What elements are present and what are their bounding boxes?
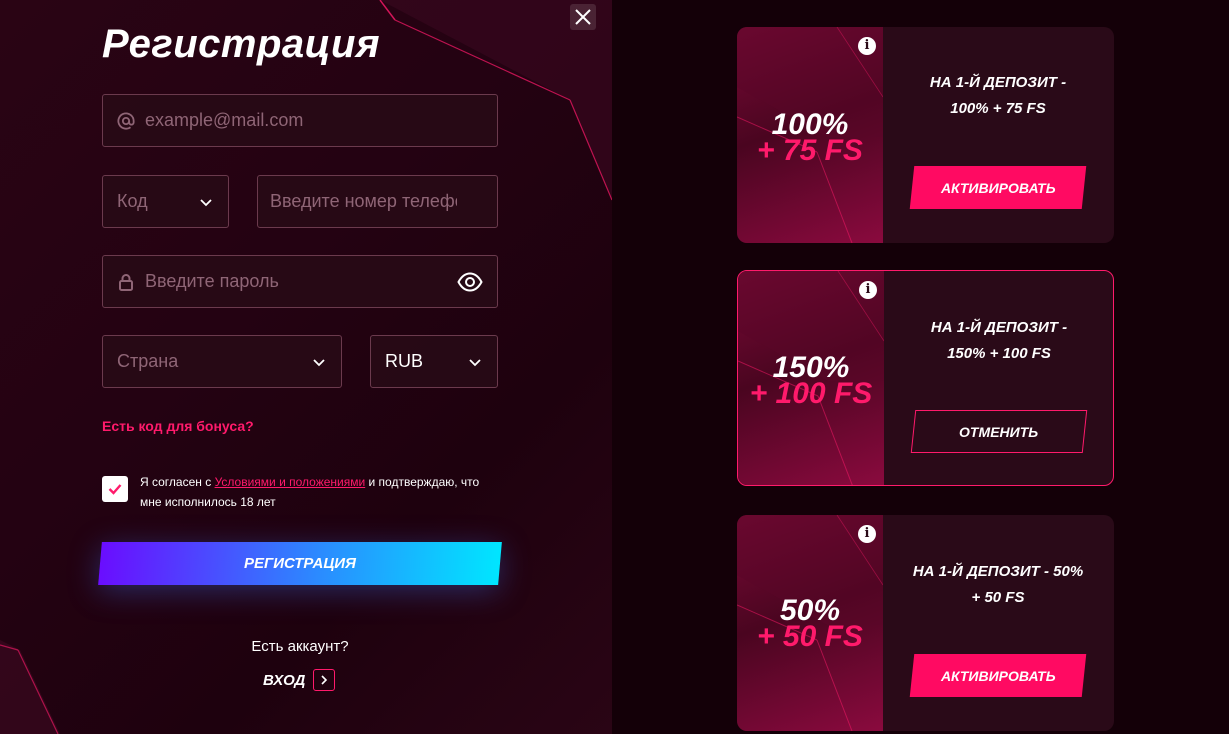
bonus-description: НА 1-Й ДЕПОЗИТ - 50% + 50 FS [893,559,1103,611]
info-icon[interactable]: i [858,37,876,55]
bonus-code-link[interactable]: Есть код для бонуса? [102,418,254,434]
at-icon [117,112,135,130]
bonus-card-1: 100% + 75 FS i НА 1-Й ДЕПОЗИТ - 100% + 7… [737,27,1114,243]
page-title: Регистрация [102,22,380,66]
close-icon [575,9,591,25]
bonus-description: НА 1-Й ДЕПОЗИТ - 150% + 100 FS [894,315,1104,367]
activate-button[interactable]: АКТИВИРОВАТЬ [909,166,1087,209]
bonus-card-image: 50% + 50 FS i [737,515,883,731]
bonus-fs: + 75 FS [757,134,863,167]
agree-text: Я согласен с Условиями и положениями и п… [140,472,490,512]
chevron-down-icon [469,359,481,367]
bonus-desc-line2: + 50 FS [971,589,1025,606]
registration-panel: Регистрация Код [0,0,612,734]
chevron-down-icon [313,359,325,367]
email-field-container [102,94,498,147]
phone-field-container [257,175,498,228]
chevron-down-icon [200,199,212,207]
currency-value: RUB [385,351,424,371]
bonus-card-image: 100% + 75 FS i [737,27,883,243]
eye-icon[interactable] [457,270,483,299]
bonus-desc-line1: НА 1-Й ДЕПОЗИТ - 50% [912,563,1084,580]
terms-link[interactable]: Условиями и положениями [215,475,366,489]
bonus-desc-line1: НА 1-Й ДЕПОЗИТ - [930,319,1068,336]
email-input[interactable] [145,110,497,131]
bonus-desc-line1: НА 1-Й ДЕПОЗИТ - [929,74,1067,91]
country-select[interactable]: Страна [102,335,342,388]
chevron-right-icon [313,669,336,691]
bonus-card-3: 50% + 50 FS i НА 1-Й ДЕПОЗИТ - 50% + 50 … [737,515,1114,731]
activate-button-label: АКТИВИРОВАТЬ [940,179,1056,196]
login-label: ВХОД [263,671,306,689]
has-account-text: Есть аккаунт? [251,638,349,655]
country-code-placeholder: Код [117,191,148,211]
currency-select[interactable]: RUB [370,335,498,388]
password-field-container [102,255,498,308]
bonus-fs: + 100 FS [749,377,873,410]
login-link[interactable]: ВХОД [263,669,336,691]
info-icon[interactable]: i [859,281,877,299]
register-button-label: РЕГИСТРАЦИЯ [244,555,356,572]
bonus-fs: + 50 FS [757,620,863,653]
info-icon[interactable]: i [858,525,876,543]
cancel-button-label: ОТМЕНИТЬ [959,423,1039,440]
bonus-desc-line2: 150% + 100 FS [947,345,1051,362]
country-placeholder: Страна [117,351,179,371]
register-button[interactable]: РЕГИСТРАЦИЯ [98,542,502,585]
lock-icon [117,273,135,291]
phone-input[interactable] [270,191,457,212]
agree-prefix: Я согласен с [140,475,215,489]
agree-checkbox[interactable] [102,476,128,502]
cancel-button[interactable]: ОТМЕНИТЬ [910,410,1088,453]
country-code-select[interactable]: Код [102,175,229,228]
bonus-card-image: 150% + 100 FS i [738,271,884,485]
bonus-desc-line2: 100% + 75 FS [950,100,1046,117]
check-icon [108,484,122,495]
activate-button[interactable]: АКТИВИРОВАТЬ [909,654,1087,697]
activate-button-label: АКТИВИРОВАТЬ [940,667,1056,684]
close-button[interactable] [570,4,596,30]
bonus-card-2: 150% + 100 FS i НА 1-Й ДЕПОЗИТ - 150% + … [737,270,1114,486]
password-input[interactable] [145,271,435,292]
bonus-description: НА 1-Й ДЕПОЗИТ - 100% + 75 FS [893,70,1103,122]
